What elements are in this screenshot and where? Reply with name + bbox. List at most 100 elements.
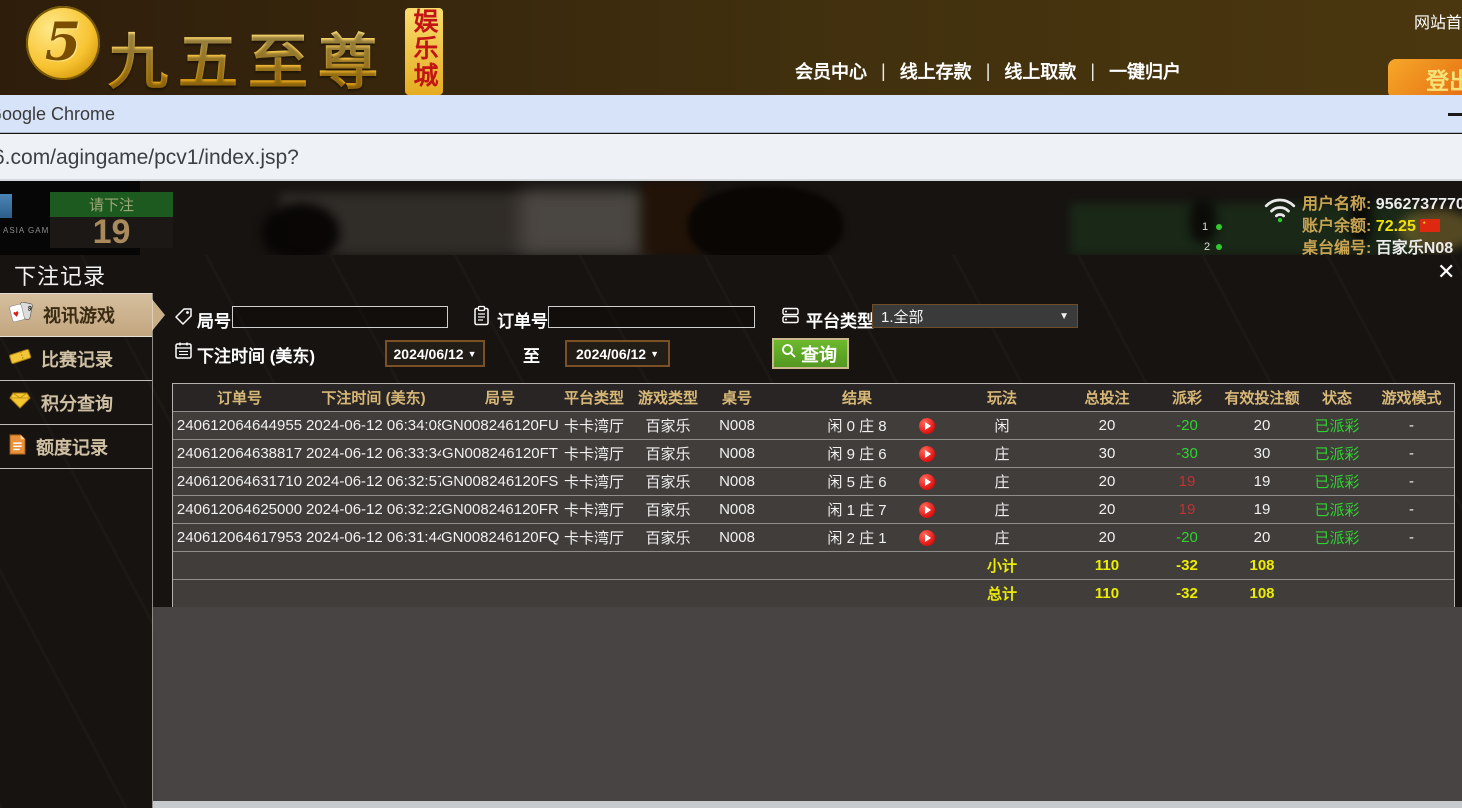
column-header-8: 玩法: [947, 387, 1057, 408]
tag-icon: [174, 307, 193, 331]
column-header-4: 平台类型: [559, 387, 629, 408]
platform-select-value: 1.全部: [881, 306, 924, 327]
cell-status: 已派彩: [1307, 471, 1367, 492]
seat-number-1: 1: [1202, 221, 1208, 233]
nav-item-2[interactable]: 线上存款: [900, 58, 972, 84]
cell-round-number: GN008246120FS: [441, 473, 559, 490]
cell-play-type: 庄: [947, 471, 1057, 492]
seat-dot-2: [1216, 244, 1222, 250]
page: 5 九五至尊 娱乐城 会员中心|线上存款|线上取款|一键归户 网站首页 登出 G…: [0, 0, 1462, 808]
china-flag-icon: [1420, 218, 1440, 235]
calendar-icon: [174, 341, 193, 365]
total-bet-sum: 110: [1057, 557, 1157, 574]
sidebar-item-3[interactable]: 积分查询: [0, 381, 152, 425]
cell-game-type: 百家乐: [629, 443, 707, 464]
bet-countdown-box: 请下注 19: [50, 192, 173, 248]
cell-order-number: 240612064638817: [173, 445, 306, 462]
sidebar-item-label: 比赛记录: [41, 346, 113, 372]
cell-status: 已派彩: [1307, 415, 1367, 436]
date-from-picker[interactable]: 2024/06/12▼: [385, 340, 485, 367]
date-to-picker[interactable]: 2024/06/12▼: [565, 340, 670, 367]
cell-bet-time: 2024-06-12 06:34:08: [306, 417, 441, 434]
replay-icon[interactable]: [919, 502, 935, 518]
cell-bet-time: 2024-06-12 06:31:44: [306, 529, 441, 546]
search-button[interactable]: 查询: [772, 338, 849, 369]
column-header-6: 桌号: [707, 387, 767, 408]
cell-result: 闲 0 庄 8: [767, 415, 947, 436]
cell-valid-bet: 30: [1217, 445, 1307, 462]
seat-dot-1: [1216, 224, 1222, 230]
cell-platform: 卡卡湾厅: [559, 415, 629, 436]
nav-item-1[interactable]: 会员中心: [795, 58, 867, 84]
close-icon[interactable]: ✕: [1437, 261, 1455, 283]
logout-button[interactable]: 登出: [1388, 59, 1462, 99]
column-header-2: 下注时间 (美东): [306, 387, 441, 408]
cell-valid-bet: 20: [1217, 529, 1307, 546]
site-header: 5 九五至尊 娱乐城 会员中心|线上存款|线上取款|一键归户 网站首页 登出: [0, 0, 1462, 95]
ticket-icon: [8, 346, 32, 371]
cell-game-mode: -: [1367, 445, 1456, 462]
replay-icon[interactable]: [919, 530, 935, 546]
horizontal-scrollbar[interactable]: [153, 801, 1462, 808]
cell-play-type: 闲: [947, 415, 1057, 436]
payout-sum: -32: [1157, 557, 1217, 574]
table-row: 2406120646388172024-06-12 06:33:34GN0082…: [173, 439, 1454, 467]
cell-bet-time: 2024-06-12 06:32:57: [306, 473, 441, 490]
grand-total-row: 总计110-32108: [173, 579, 1454, 607]
cell-play-type: 庄: [947, 443, 1057, 464]
sidebar-item-4[interactable]: 额度记录: [0, 425, 152, 469]
payout-sum: -32: [1157, 585, 1217, 602]
minimize-icon[interactable]: [1448, 113, 1462, 116]
nav-item-4[interactable]: 一键归户: [1109, 58, 1181, 84]
cell-table-number: N008: [707, 445, 767, 462]
cell-table-number: N008: [707, 529, 767, 546]
wifi-icon: [1262, 195, 1298, 228]
logo-coin-glyph: 5: [45, 17, 81, 69]
total-label: 小计: [947, 555, 1057, 576]
replay-icon[interactable]: [919, 418, 935, 434]
search-button-label: 查询: [801, 341, 837, 367]
table-row: 2406120646317102024-06-12 06:32:57GN0082…: [173, 467, 1454, 495]
nav-item-3[interactable]: 线上取款: [1004, 58, 1076, 84]
cell-order-number: 240612064644955: [173, 417, 306, 434]
column-header-13: 游戏模式: [1367, 387, 1456, 408]
cell-table-number: N008: [707, 473, 767, 490]
order-input[interactable]: [548, 306, 755, 328]
valid-bet-sum: 108: [1217, 557, 1307, 574]
cell-total-bet: 30: [1057, 445, 1157, 462]
cell-total-bet: 20: [1057, 501, 1157, 518]
cell-payout: -20: [1157, 417, 1217, 434]
cell-order-number: 240612064617953: [173, 529, 306, 546]
replay-icon[interactable]: [919, 446, 935, 462]
bet-records-table: 订单号下注时间 (美东)局号平台类型游戏类型桌号结果玩法总投注派彩有效投注额状态…: [172, 383, 1455, 608]
round-input[interactable]: [232, 306, 448, 328]
sidebar-item-label: 额度记录: [36, 434, 108, 460]
cell-result: 闲 1 庄 7: [767, 499, 947, 520]
replay-icon[interactable]: [919, 474, 935, 490]
popup-titlebar[interactable]: [0, 95, 1462, 133]
nav-separator: |: [1090, 61, 1095, 82]
cell-total-bet: 20: [1057, 529, 1157, 546]
platform-select[interactable]: 1.全部 ▼: [872, 304, 1078, 328]
document-icon: [8, 434, 27, 460]
cell-status: 已派彩: [1307, 443, 1367, 464]
home-link[interactable]: 网站首页: [1414, 9, 1462, 33]
cell-game-mode: -: [1367, 529, 1456, 546]
table-number-row: 桌台编号: 百家乐N08: [1302, 234, 1453, 255]
cell-game-type: 百家乐: [629, 499, 707, 520]
cell-order-number: 240612064625000: [173, 501, 306, 518]
table-number-label: 桌台编号:: [1302, 240, 1371, 255]
cell-game-mode: -: [1367, 417, 1456, 434]
balance-label: 账户余额:: [1302, 218, 1371, 235]
table-number-value: 百家乐N08: [1376, 240, 1453, 255]
table-row: 2406120646179532024-06-12 06:31:44GN0082…: [173, 523, 1454, 551]
valid-bet-sum: 108: [1217, 585, 1307, 602]
cell-game-type: 百家乐: [629, 527, 707, 548]
cell-payout: -20: [1157, 529, 1217, 546]
diamond-icon: [8, 391, 32, 415]
sidebar-item-2[interactable]: 比赛记录: [0, 337, 152, 381]
chevron-down-icon: ▼: [650, 349, 659, 359]
cell-order-number: 240612064631710: [173, 473, 306, 490]
cell-table-number: N008: [707, 501, 767, 518]
sidebar-item-1[interactable]: 9♥视讯游戏: [0, 293, 152, 337]
